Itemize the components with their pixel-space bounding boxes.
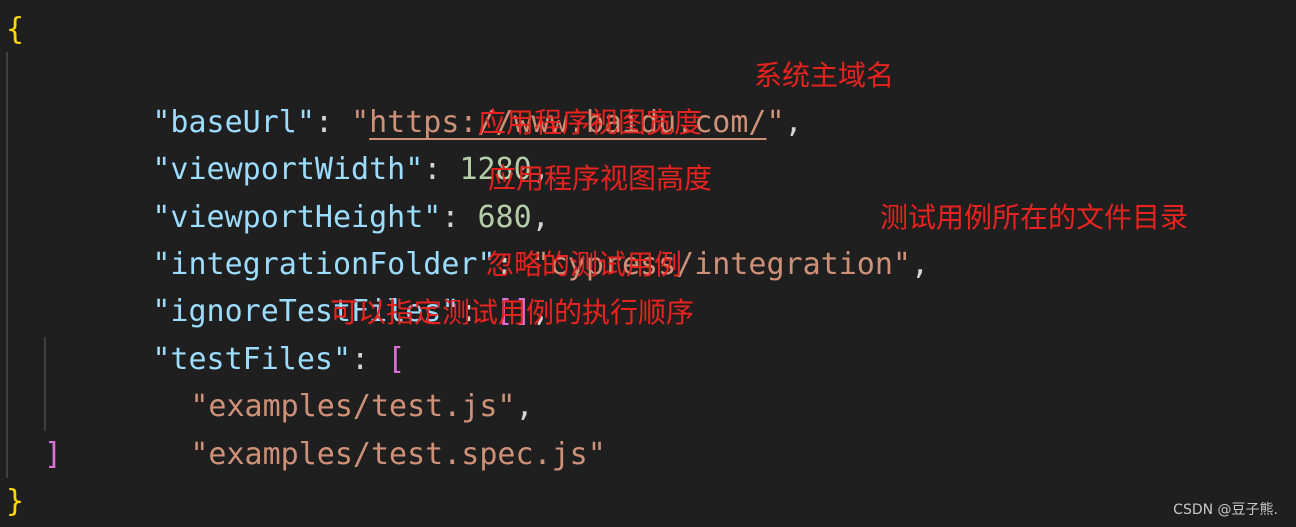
annotation-viewportwidth: 应用程序视图宽度 xyxy=(478,106,703,139)
close-brace: } xyxy=(6,484,25,519)
annotation-integrationfolder: 测试用例所在的文件目录 xyxy=(880,201,1189,234)
code-line-viewportwidth: "viewportWidth": 1280, 应用程序视图宽度 xyxy=(0,99,702,187)
watermark: CSDN @豆子熊. xyxy=(1173,502,1278,518)
code-line-open-brace: { xyxy=(0,6,72,53)
open-brace: { xyxy=(6,12,25,47)
close-bracket: ] xyxy=(44,437,63,472)
code-line-close-bracket: ] xyxy=(0,431,72,478)
testfile-item-2: "examples/test.spec.js" xyxy=(190,437,606,472)
annotation-ignoretestfiles: 忽略的测试用例 xyxy=(486,248,683,281)
code-line-testfile-2: "examples/test.spec.js" xyxy=(0,384,605,472)
code-line-testfile-1: "examples/test.js", xyxy=(0,336,533,424)
comma: , xyxy=(910,247,930,282)
code-line-baseurl: "baseUrl": "https://www.baidu.com/", 系统主… xyxy=(0,52,894,140)
code-line-close-brace: } xyxy=(0,478,72,525)
code-line-viewportheight: "viewportHeight": 680, 应用程序视图高度 xyxy=(0,147,712,235)
annotation-baseurl: 系统主域名 xyxy=(754,59,895,92)
annotation-testfiles: 可以指定测试用例的执行顺序 xyxy=(330,296,695,329)
code-line-integrationfolder: "integrationFolder": "cypress/integratio… xyxy=(0,194,1188,282)
code-line-ignoretestfiles: "ignoreTestFiles": [], 忽略的测试用例 xyxy=(0,241,682,329)
code-editor[interactable]: { "baseUrl": "https://www.baidu.com/", 系… xyxy=(0,0,1296,527)
comma: , xyxy=(784,105,803,140)
code-line-testfiles: "testFiles": [ 可以指定测试用例的执行顺序 xyxy=(0,289,694,377)
quote-close: " xyxy=(766,105,785,140)
